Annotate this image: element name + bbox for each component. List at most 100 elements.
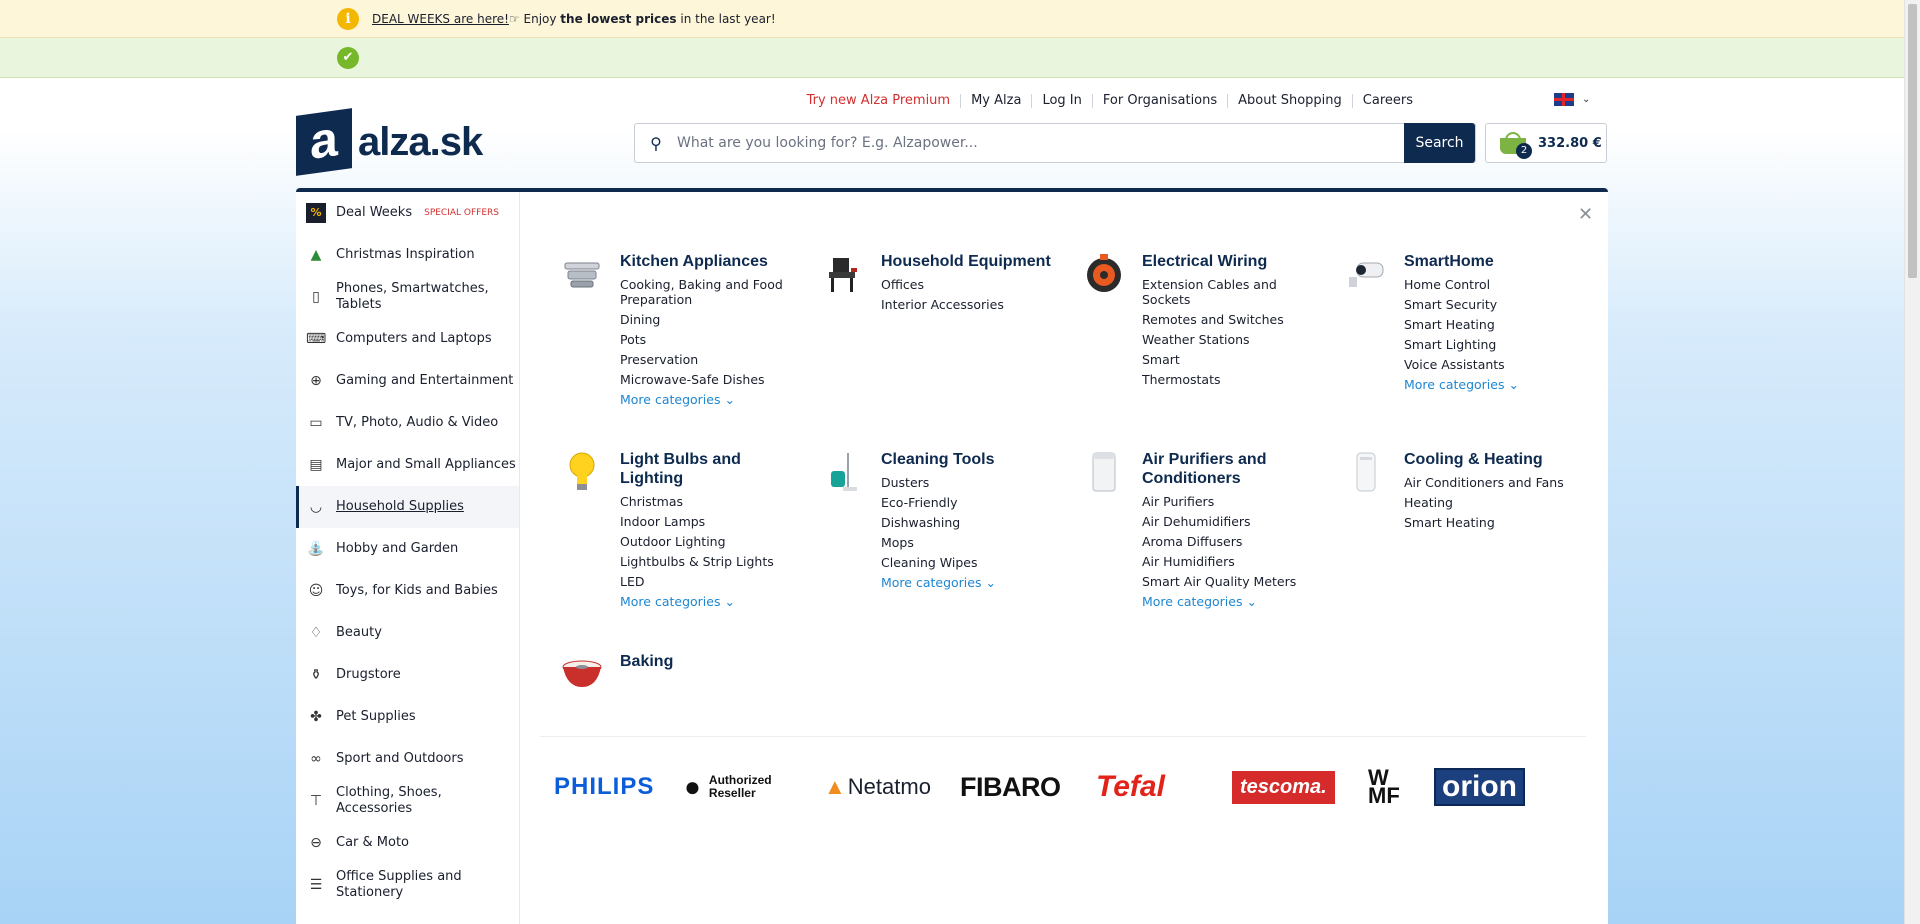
subcategory-link[interactable]: Interior Accessories [881,297,1061,312]
subcategory-link[interactable]: Remotes and Switches [1142,312,1322,327]
subcategory-link[interactable]: Christmas [620,494,800,509]
subcategory-link[interactable]: Smart Security [1404,297,1584,312]
brand-tefal[interactable]: Tefal [1096,764,1232,810]
deal-weeks-link[interactable]: DEAL WEEKS are here! [372,12,509,26]
subcategory-link[interactable]: Heating [1404,495,1584,510]
subcategory-link[interactable]: Indoor Lamps [620,514,800,529]
deal-text-middle: Enjoy [519,12,561,26]
category-title[interactable]: SmartHome [1404,252,1584,271]
sidebar-item-pets[interactable]: ✤ Pet Supplies [296,696,519,738]
subcategory-link[interactable]: Thermostats [1142,372,1322,387]
subcategory-link[interactable]: Cooking, Baking and Food Preparation [620,277,800,307]
subcategory-link[interactable]: Dusters [881,475,1061,490]
more-categories-link[interactable]: More categories ⌄ [620,392,800,407]
subcategory-link[interactable]: Outdoor Lighting [620,534,800,549]
household-equipment-image[interactable] [821,252,865,296]
air-conditioner-image[interactable] [1344,450,1388,494]
category-title[interactable]: Cleaning Tools [881,450,1061,469]
brand-wmf[interactable]: W MF [1368,764,1434,810]
sidebar-item-car-moto[interactable]: ⊖ Car & Moto [296,822,519,864]
category-title[interactable]: Baking [620,652,800,671]
scrollbar-thumb[interactable] [1908,4,1917,278]
subcategory-link[interactable]: Dishwashing [881,515,1061,530]
subcategory-link[interactable]: Air Purifiers [1142,494,1322,509]
subcategory-link[interactable]: Air Dehumidifiers [1142,514,1322,529]
subcategory-link[interactable]: Microwave-Safe Dishes [620,372,800,387]
light-bulb-image[interactable] [560,450,604,494]
baking-image[interactable] [560,652,604,696]
category-title[interactable]: Cooling & Heating [1404,450,1584,469]
category-title[interactable]: Electrical Wiring [1142,252,1322,271]
subcategory-link[interactable]: Extension Cables and Sockets [1142,277,1322,307]
category-title[interactable]: Kitchen Appliances [620,252,800,271]
electrical-wiring-image[interactable] [1082,252,1126,296]
language-selector[interactable]: ⌄ [1554,93,1590,106]
subcategory-link[interactable]: Cleaning Wipes [881,555,1061,570]
sidebar-item-beauty[interactable]: ♢ Beauty [296,612,519,654]
brand-tescoma[interactable]: tescoma. [1232,764,1368,810]
subcategory-link[interactable]: Air Humidifiers [1142,554,1322,569]
link-about-shopping[interactable]: About Shopping [1227,94,1352,108]
subcategory-link[interactable]: Preservation [620,352,800,367]
alza-logo[interactable]: a alza.sk [296,108,483,176]
sidebar-item-tv[interactable]: ▭ TV, Photo, Audio & Video [296,402,519,444]
subcategory-link[interactable]: Dining [620,312,800,327]
link-my-alza[interactable]: My Alza [960,94,1031,108]
subcategory-link[interactable]: Pots [620,332,800,347]
sidebar-item-phones[interactable]: ▯ Phones, Smartwatches, Tablets [296,276,519,318]
sidebar-item-hobby-garden[interactable]: ⛲ Hobby and Garden [296,528,519,570]
subcategory-link[interactable]: Offices [881,277,1061,292]
subcategory-link[interactable]: Smart Heating [1404,515,1584,530]
subcategory-link[interactable]: Smart Lighting [1404,337,1584,352]
sidebar-item-appliances[interactable]: ▤ Major and Small Appliances [296,444,519,486]
brand-apple-authorized-reseller[interactable]: ● Authorized Reseller [684,764,824,810]
sidebar-item-office[interactable]: ☰ Office Supplies and Stationery [296,864,519,906]
sidebar-item-deal-weeks[interactable]: % Deal Weeks SPECIAL OFFERS [296,192,519,234]
subcategory-link[interactable]: Mops [881,535,1061,550]
more-categories-link[interactable]: More categories ⌄ [620,594,800,609]
brand-netatmo[interactable]: ▲ Netatmo [824,764,960,810]
cart-button[interactable]: 2 332.80 € [1485,123,1607,163]
sidebar-item-computers[interactable]: ⌨ Computers and Laptops [296,318,519,360]
more-categories-link[interactable]: More categories ⌄ [1404,377,1584,392]
search-input[interactable] [677,135,1475,151]
page-scrollbar[interactable] [1904,0,1920,924]
category-title[interactable]: Light Bulbs and Lighting [620,450,800,488]
brand-fibaro[interactable]: FIBARO [960,764,1096,810]
subcategory-link[interactable]: Eco-Friendly [881,495,1061,510]
sidebar-item-drugstore[interactable]: ⚱ Drugstore [296,654,519,696]
sidebar-item-clothing[interactable]: ⊤ Clothing, Shoes, Accessories [296,780,519,822]
kitchen-appliances-image[interactable] [560,252,604,296]
subcategory-link[interactable]: LED [620,574,800,589]
smarthome-image[interactable] [1344,252,1388,296]
close-menu-icon[interactable]: ✕ [1578,204,1593,225]
subcategory-link[interactable]: Smart [1142,352,1322,367]
subcategory-link[interactable]: Lightbulbs & Strip Lights [620,554,800,569]
category-title[interactable]: Air Purifiers and Conditioners [1142,450,1322,488]
category-title[interactable]: Household Equipment [881,252,1061,271]
search-button[interactable]: Search [1404,123,1475,163]
subcategory-link[interactable]: Weather Stations [1142,332,1322,347]
sidebar-item-toys[interactable]: ☺ Toys, for Kids and Babies [296,570,519,612]
subcategory-link[interactable]: Air Conditioners and Fans [1404,475,1584,490]
more-categories-link[interactable]: More categories ⌄ [1142,594,1322,609]
subcategory-link[interactable]: Voice Assistants [1404,357,1584,372]
brand-orion[interactable]: orion [1434,764,1525,810]
sidebar-item-label: TV, Photo, Audio & Video [336,415,499,430]
cleaning-tools-image[interactable] [821,450,865,494]
more-categories-link[interactable]: More categories ⌄ [881,575,1061,590]
air-purifier-image[interactable] [1082,450,1126,494]
sidebar-item-gaming[interactable]: ⊕ Gaming and Entertainment [296,360,519,402]
sidebar-item-sport[interactable]: ∞ Sport and Outdoors [296,738,519,780]
link-for-organisations[interactable]: For Organisations [1091,94,1227,108]
sidebar-item-christmas[interactable]: ▲ Christmas Inspiration [296,234,519,276]
sidebar-item-household[interactable]: ◡ Household Supplies [296,486,519,528]
link-log-in[interactable]: Log In [1031,94,1091,108]
brand-philips[interactable]: PHILIPS [554,764,684,810]
subcategory-link[interactable]: Smart Heating [1404,317,1584,332]
subcategory-link[interactable]: Smart Air Quality Meters [1142,574,1322,589]
subcategory-link[interactable]: Aroma Diffusers [1142,534,1322,549]
subcategory-link[interactable]: Home Control [1404,277,1584,292]
link-careers[interactable]: Careers [1351,94,1423,108]
link-alza-premium[interactable]: Try new Alza Premium [797,94,960,108]
